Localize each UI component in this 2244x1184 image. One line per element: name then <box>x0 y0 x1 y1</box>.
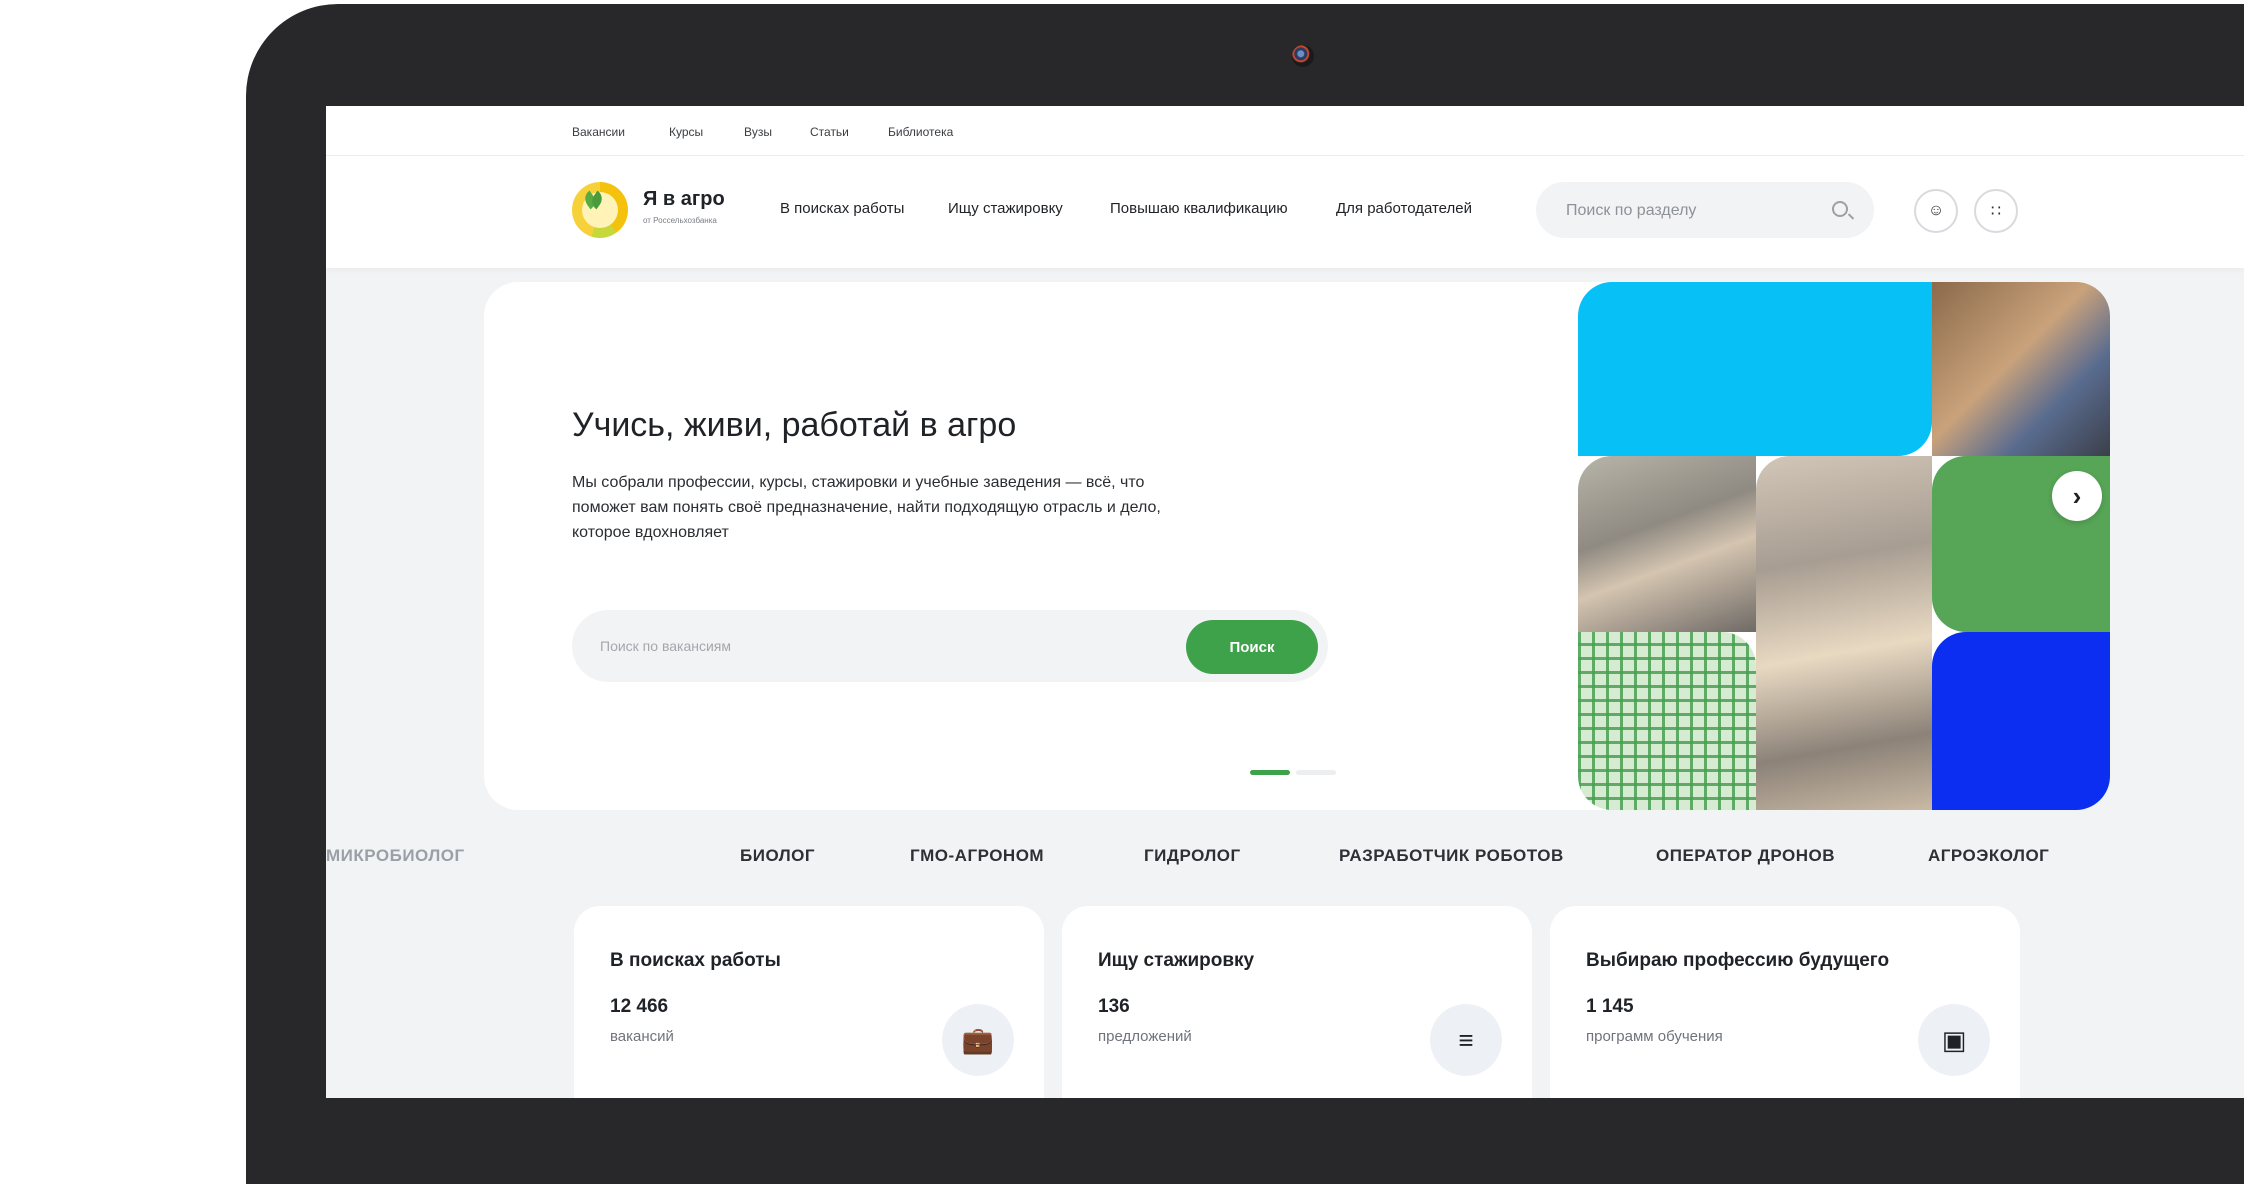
collage-photo-classroom <box>1578 456 1756 632</box>
card-unit: предложений <box>1098 1028 1192 1045</box>
browser-screen: Вакансии Курсы Вузы Статьи Библиотека Я … <box>326 106 2244 1098</box>
nav-qualification[interactable]: Повышаю квалификацию <box>1110 200 1288 217</box>
card-title: Ищу стажировку <box>1098 950 1255 971</box>
section-search-input[interactable]: Поиск по разделу <box>1536 182 1874 238</box>
top-nav-library[interactable]: Библиотека <box>888 125 953 139</box>
profession-tag[interactable]: ГМО-АГРОНОМ <box>910 846 1044 866</box>
vacancy-search-placeholder: Поиск по вакансиям <box>600 638 731 654</box>
card-unit: программ обучения <box>1586 1028 1723 1045</box>
nav-employers[interactable]: Для работодателей <box>1336 200 1472 217</box>
card-title: Выбираю профессию будущего <box>1586 950 1890 971</box>
top-nav-articles[interactable]: Статьи <box>810 125 849 139</box>
webcam-icon <box>1292 45 1314 67</box>
site-header: Вакансии Курсы Вузы Статьи Библиотека Я … <box>326 106 2244 268</box>
job-search-card[interactable]: В поисках работы 12 466 вакансий 💼 <box>574 906 1044 1098</box>
briefcase-icon: 💼 <box>942 1004 1014 1076</box>
list-search-icon: ≡ <box>1430 1004 1502 1076</box>
brand-title[interactable]: Я в агро <box>643 188 725 211</box>
brand-logo[interactable] <box>572 182 628 238</box>
slider-dot-active[interactable] <box>1250 770 1290 775</box>
card-count: 1 145 <box>1586 996 1634 1017</box>
top-nav-vacancies[interactable]: Вакансии <box>572 125 625 139</box>
hero-title: Учись, живи, работай в агро <box>572 406 1017 444</box>
grid-icon: ∷ <box>1990 203 2002 220</box>
collage-tile-cyan <box>1578 282 1932 456</box>
profession-tag[interactable]: РАЗРАБОТЧИК РОБОТОВ <box>1339 846 1564 866</box>
user-icon: ☺ <box>1927 202 1945 219</box>
future-profession-card[interactable]: Выбираю профессию будущего 1 145 програм… <box>1550 906 2020 1098</box>
section-search-placeholder: Поиск по разделу <box>1566 202 1697 219</box>
search-icon[interactable] <box>1832 201 1848 217</box>
apps-menu-button[interactable]: ∷ <box>1974 189 2018 233</box>
profession-tag[interactable]: ГИДРОЛОГ <box>1144 846 1241 866</box>
collage-photo-lecture <box>1756 456 1932 810</box>
profession-tag[interactable]: АГРОЭКОЛОГ <box>1928 846 2049 866</box>
hero-description: Мы собрали профессии, курсы, стажировки … <box>572 474 1161 541</box>
collage-tile-blue <box>1932 632 2110 810</box>
chip-icon: ▣ <box>1918 1004 1990 1076</box>
nav-internship[interactable]: Ищу стажировку <box>948 200 1063 217</box>
top-nav-courses[interactable]: Курсы <box>669 125 703 139</box>
nav-job-search[interactable]: В поисках работы <box>780 200 904 217</box>
internship-card[interactable]: Ищу стажировку 136 предложений ≡ <box>1062 906 1532 1098</box>
card-count: 136 <box>1098 996 1130 1017</box>
card-unit: вакансий <box>610 1028 674 1045</box>
hero-collage <box>1578 282 2110 810</box>
chevron-right-icon: › <box>2072 480 2082 511</box>
card-count: 12 466 <box>610 996 669 1017</box>
profession-tag[interactable]: МИКРОБИОЛОГ <box>326 846 465 866</box>
card-title: В поисках работы <box>610 950 781 971</box>
top-nav: Вакансии Курсы Вузы Статьи Библиотека <box>326 106 2244 156</box>
profession-tag[interactable]: БИОЛОГ <box>740 846 815 866</box>
vacancy-search-button[interactable]: Поиск <box>1186 620 1318 674</box>
vacancy-search-input[interactable]: Поиск по вакансиям Поиск <box>572 610 1328 682</box>
collage-tile-pattern <box>1578 632 1756 810</box>
slider-next-button[interactable]: › <box>2052 471 2102 521</box>
profession-tag[interactable]: ОПЕРАТОР ДРОНОВ <box>1656 846 1835 866</box>
top-nav-universities[interactable]: Вузы <box>744 125 772 139</box>
collage-photo-students <box>1932 282 2110 456</box>
brand-subtitle: от Россельхозбанка <box>643 216 717 225</box>
user-button[interactable]: ☺ <box>1914 189 1958 233</box>
slider-dot[interactable] <box>1296 770 1336 775</box>
